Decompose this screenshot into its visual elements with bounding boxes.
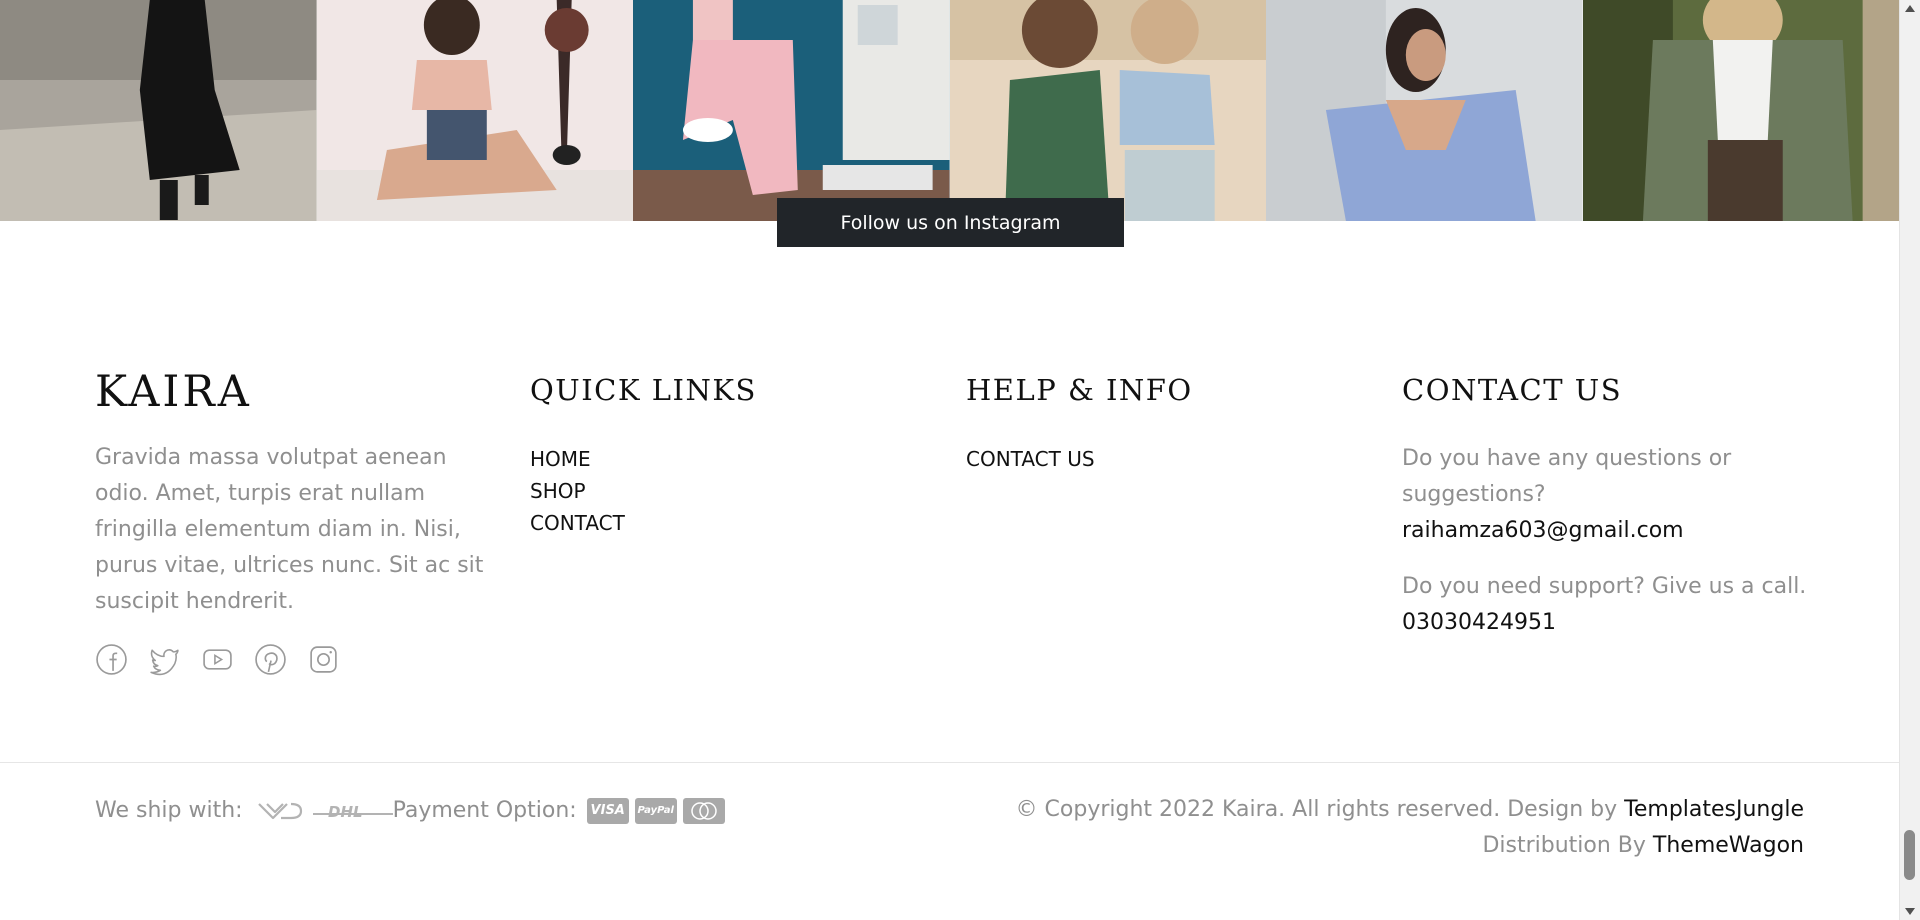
help-info-title: HELP & INFO (966, 373, 1193, 407)
scroll-up-arrow-icon[interactable] (1905, 5, 1915, 12)
footer-link-shop[interactable]: SHOP (530, 475, 625, 507)
payment-label: Payment Option: (392, 798, 577, 823)
carrier-logo-icon (257, 799, 303, 823)
quick-links-list: HOME SHOP CONTACT (530, 443, 625, 539)
paypal-icon: PayPal (634, 798, 677, 824)
contact-email-link[interactable]: raihamza603@gmail.com (1402, 513, 1684, 549)
help-info-list: CONTACT US (966, 443, 1095, 475)
copyright-block: © Copyright 2022 Kaira. All rights reser… (1016, 792, 1804, 864)
visa-icon: VISA (586, 798, 629, 824)
instagram-photo[interactable] (949, 0, 1267, 221)
facebook-icon[interactable] (95, 643, 128, 676)
pinterest-icon[interactable] (254, 643, 287, 676)
contact-phone-link[interactable]: 03030424951 (1402, 605, 1556, 641)
payment-methods: VISA PayPal (586, 798, 725, 824)
social-links (95, 643, 340, 676)
youtube-icon[interactable] (201, 643, 234, 676)
instagram-icon[interactable] (307, 643, 340, 676)
instagram-photo[interactable] (316, 0, 634, 221)
distributor-link[interactable]: ThemeWagon (1653, 833, 1804, 858)
designer-link[interactable]: TemplatesJungle (1624, 797, 1804, 822)
contact-us-title: CONTACT US (1402, 373, 1623, 407)
footer-link-contact[interactable]: CONTACT (530, 507, 625, 539)
footer-link-home[interactable]: HOME (530, 443, 625, 475)
scroll-thumb[interactable] (1904, 830, 1915, 880)
brand-logo[interactable]: KAIRA (95, 371, 252, 414)
svg-text:DHL: DHL (328, 803, 363, 821)
instagram-photo[interactable] (633, 0, 950, 221)
distribution-label: Distribution By (1482, 833, 1646, 858)
brand-description: Gravida massa volutpat aenean odio. Amet… (95, 445, 484, 614)
footer-divider (0, 762, 1900, 763)
follow-instagram-button[interactable]: Follow us on Instagram (777, 198, 1124, 247)
instagram-gallery (0, 0, 1900, 221)
contact-question-text: Do you have any questions or suggestions… (1402, 446, 1732, 507)
ship-label: We ship with: (95, 798, 243, 823)
instagram-photo[interactable] (0, 0, 317, 221)
twitter-icon[interactable] (148, 643, 181, 676)
instagram-photo[interactable] (1582, 0, 1900, 221)
dhl-logo-icon: DHL (312, 799, 393, 823)
footer-link-contact-us[interactable]: CONTACT US (966, 443, 1095, 475)
quick-links-title: QUICK LINKS (530, 373, 757, 407)
scroll-down-arrow-icon[interactable] (1905, 908, 1915, 915)
contact-support-text: Do you need support? Give us a call. (1402, 574, 1807, 599)
mastercard-icon (682, 798, 725, 824)
copyright-text: © Copyright 2022 Kaira. All rights reser… (1015, 797, 1618, 822)
shipping-payment-info: We ship with: DHL Payment Option: VISA P… (95, 793, 725, 829)
page-scrollbar[interactable] (1899, 0, 1920, 920)
instagram-photo[interactable] (1266, 0, 1583, 221)
